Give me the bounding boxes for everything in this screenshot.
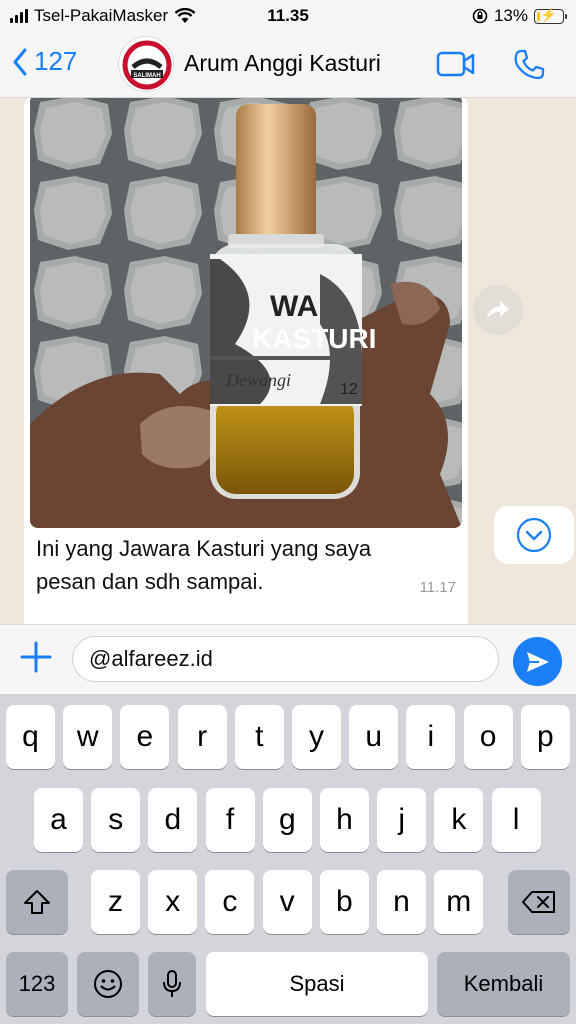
video-call-icon[interactable] xyxy=(436,50,476,78)
key-h[interactable]: h xyxy=(320,788,369,852)
key-k[interactable]: k xyxy=(434,788,484,852)
photo-label-line3: Dewangi xyxy=(225,370,291,390)
message-bubble[interactable]: WA KASTURI Dewangi 12 Ini yang Jawara Ka… xyxy=(24,98,468,624)
phone-call-icon[interactable] xyxy=(512,48,546,82)
keyboard: qwertyuiop asdfghjkl zxcvbnm 123 Spasi K… xyxy=(0,694,576,1024)
next-message-bubble[interactable] xyxy=(24,616,404,624)
send-button[interactable] xyxy=(513,637,562,686)
return-key[interactable]: Kembali xyxy=(437,952,570,1016)
key-o[interactable]: o xyxy=(463,705,513,769)
battery-icon: ⚡ xyxy=(534,7,567,24)
key-w[interactable]: w xyxy=(63,705,113,769)
space-key[interactable]: Spasi xyxy=(206,952,428,1016)
avatar-text: SALIMAH xyxy=(133,73,160,79)
avatar[interactable]: SALIMAH xyxy=(118,36,174,92)
plus-icon[interactable] xyxy=(18,639,54,675)
send-icon xyxy=(526,651,549,672)
scroll-down-button[interactable] xyxy=(494,506,574,564)
key-b[interactable]: b xyxy=(319,870,369,934)
rotation-lock-icon xyxy=(472,8,488,24)
forward-icon xyxy=(487,301,509,319)
numbers-key[interactable]: 123 xyxy=(6,952,68,1016)
photo-label-line2: KASTURI xyxy=(252,323,376,354)
chevron-left-icon xyxy=(13,48,27,75)
key-a[interactable]: a xyxy=(34,788,83,852)
back-count: 127 xyxy=(34,46,78,76)
key-i[interactable]: i xyxy=(406,705,456,769)
key-x[interactable]: x xyxy=(148,870,198,934)
key-s[interactable]: s xyxy=(91,788,141,852)
back-button[interactable]: 127 xyxy=(12,46,77,77)
key-u[interactable]: u xyxy=(349,705,399,769)
microphone-icon xyxy=(163,970,181,997)
emoji-icon xyxy=(94,970,122,998)
key-e[interactable]: e xyxy=(120,705,170,769)
key-z[interactable]: z xyxy=(91,870,140,934)
status-bar: Tsel-PakaiMasker 11.35 13% ⚡ xyxy=(0,0,576,32)
shift-key[interactable] xyxy=(6,870,68,934)
message-input[interactable] xyxy=(72,636,499,682)
message-text: Ini yang Jawara Kasturi yang saya pesan … xyxy=(36,536,372,594)
key-r[interactable]: r xyxy=(177,705,227,769)
key-q[interactable]: q xyxy=(6,705,55,769)
key-m[interactable]: m xyxy=(434,870,484,934)
key-f[interactable]: f xyxy=(205,788,255,852)
key-j[interactable]: j xyxy=(377,788,427,852)
dictation-key[interactable] xyxy=(148,952,196,1016)
key-t[interactable]: t xyxy=(234,705,284,769)
key-c[interactable]: c xyxy=(205,870,255,934)
message-input-bar xyxy=(0,624,576,694)
chevron-down-icon xyxy=(516,517,552,553)
message-time: 11.17 xyxy=(419,579,456,596)
key-g[interactable]: g xyxy=(262,788,312,852)
chat-header: 127 SALIMAH Arum Anggi Kasturi xyxy=(0,32,576,98)
key-l[interactable]: l xyxy=(491,788,541,852)
photo-label-line1: WA xyxy=(270,290,318,323)
contact-name[interactable]: Arum Anggi Kasturi xyxy=(184,50,381,77)
photo-label-number: 12 xyxy=(340,381,358,398)
key-y[interactable]: y xyxy=(292,705,341,769)
key-d[interactable]: d xyxy=(148,788,198,852)
key-v[interactable]: v xyxy=(262,870,312,934)
message-photo[interactable]: WA KASTURI Dewangi 12 xyxy=(30,98,462,528)
backspace-icon xyxy=(522,891,555,913)
key-p[interactable]: p xyxy=(520,705,570,769)
delete-key[interactable] xyxy=(508,870,570,934)
key-n[interactable]: n xyxy=(377,870,426,934)
forward-button[interactable] xyxy=(473,285,523,335)
shift-icon xyxy=(24,890,50,914)
emoji-key[interactable] xyxy=(77,952,139,1016)
battery-percent: 13% xyxy=(493,6,528,25)
chat-area[interactable]: WA KASTURI Dewangi 12 Ini yang Jawara Ka… xyxy=(0,98,576,624)
